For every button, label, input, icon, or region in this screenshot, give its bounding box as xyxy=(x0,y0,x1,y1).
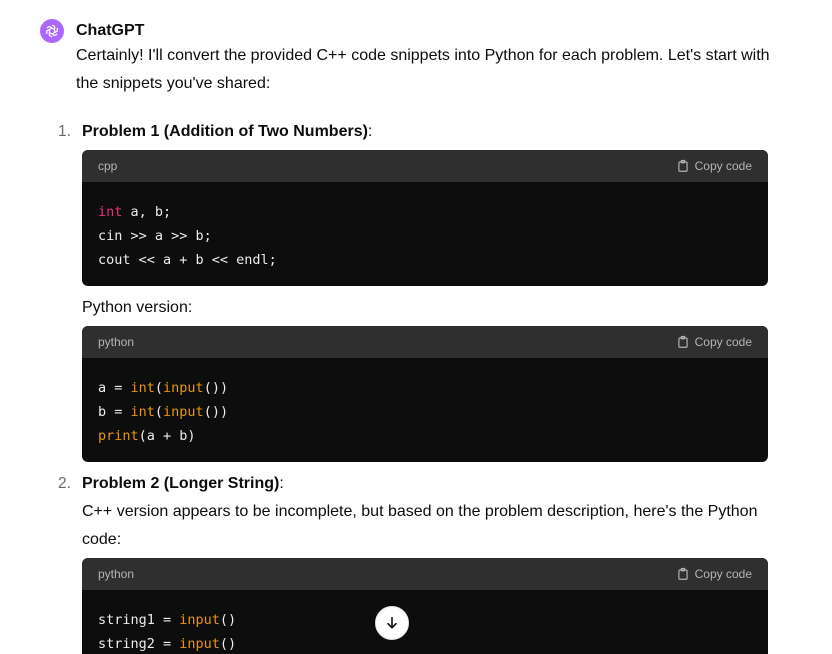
list-number-1: 1. xyxy=(58,123,71,140)
code-token: cin >> a >> b; xyxy=(98,228,212,244)
code-content: a = int(input()) b = int(input()) print(a … xyxy=(82,358,768,448)
code-line: print(a + b) xyxy=(98,424,752,448)
code-token: input xyxy=(179,636,220,652)
code-block-header: cpp Copy code xyxy=(82,150,768,182)
code-token: ( xyxy=(154,404,164,420)
arrow-down-icon xyxy=(387,616,397,629)
chat-message: ChatGPT Certainly! I'll convert the prov… xyxy=(0,0,832,654)
copy-code-button[interactable]: Copy code xyxy=(676,335,752,349)
code-token: ()) xyxy=(203,380,229,396)
code-block-python: python Copy code a = int(input()) b = int… xyxy=(82,326,768,462)
code-token: () xyxy=(219,612,237,628)
code-token: ( xyxy=(154,380,164,396)
problem-2-suffix: : xyxy=(279,475,284,492)
code-token: input xyxy=(179,612,220,628)
code-language-label: python xyxy=(98,567,135,581)
copy-code-button[interactable]: Copy code xyxy=(676,567,752,581)
code-token: cout << a + b << endl; xyxy=(98,252,277,268)
code-block-cpp: cpp Copy code int a, b; cin >> a >> b; cou… xyxy=(82,150,768,286)
message-author: ChatGPT xyxy=(76,22,145,39)
message-intro: Certainly! I'll convert the provided C++… xyxy=(76,47,770,92)
code-line: cout << a + b << endl; xyxy=(98,248,752,272)
code-line: string1 = input() xyxy=(98,608,752,632)
code-token: a, b; xyxy=(122,204,172,220)
code-block-python-2: python Copy code string1 = input() string… xyxy=(82,558,768,654)
clipboard-icon xyxy=(677,159,688,172)
code-token: ()) xyxy=(203,404,229,420)
list-number-2: 2. xyxy=(58,475,71,492)
problem-1-heading: Problem 1 (Addition of Two Numbers): xyxy=(82,121,372,143)
problem-2-heading: Problem 2 (Longer String): xyxy=(82,473,284,495)
copy-code-label: Copy code xyxy=(694,335,752,349)
code-block-header: python Copy code xyxy=(82,558,768,590)
python-version-label: Python version: xyxy=(82,299,193,316)
code-token: int xyxy=(130,380,155,396)
code-block-header: python Copy code xyxy=(82,326,768,358)
openai-logo-icon xyxy=(40,19,64,43)
code-token: (a + b) xyxy=(138,428,196,444)
code-token: () xyxy=(219,636,237,652)
copy-code-button[interactable]: Copy code xyxy=(676,159,752,173)
clipboard-icon xyxy=(677,567,688,580)
code-token: string1 = xyxy=(98,612,180,628)
code-token: int xyxy=(98,204,123,220)
problem-2-title: Problem 2 (Longer String) xyxy=(82,475,280,492)
code-line: cin >> a >> b; xyxy=(98,224,752,248)
problem-1-suffix: : xyxy=(367,123,373,140)
problem-1-title: Problem 1 (Addition of Two Numbers) xyxy=(82,123,368,140)
code-token: b = xyxy=(98,404,131,420)
code-line: int a, b; xyxy=(98,200,752,224)
code-content: string1 = input() string2 = input() xyxy=(82,590,768,654)
code-language-label: python xyxy=(98,335,135,349)
problem-2-description: C++ version appears to be incomplete, bu… xyxy=(82,503,758,548)
code-language-label: cpp xyxy=(98,159,118,173)
code-token: input xyxy=(163,404,204,420)
code-token: string2 = xyxy=(98,636,180,652)
code-token: int xyxy=(130,404,155,420)
code-token: print xyxy=(98,428,139,444)
code-line: a = int(input()) xyxy=(98,376,752,400)
code-token: input xyxy=(163,380,204,396)
clipboard-icon xyxy=(677,335,688,348)
code-token: a = xyxy=(98,380,131,396)
copy-code-label: Copy code xyxy=(694,159,752,173)
code-content: int a, b; cin >> a >> b; cout << a + b << … xyxy=(82,182,768,272)
code-line: string2 = input() xyxy=(98,632,752,654)
copy-code-label: Copy code xyxy=(694,567,752,581)
code-line: b = int(input()) xyxy=(98,400,752,424)
scroll-to-bottom-button[interactable] xyxy=(375,606,409,640)
